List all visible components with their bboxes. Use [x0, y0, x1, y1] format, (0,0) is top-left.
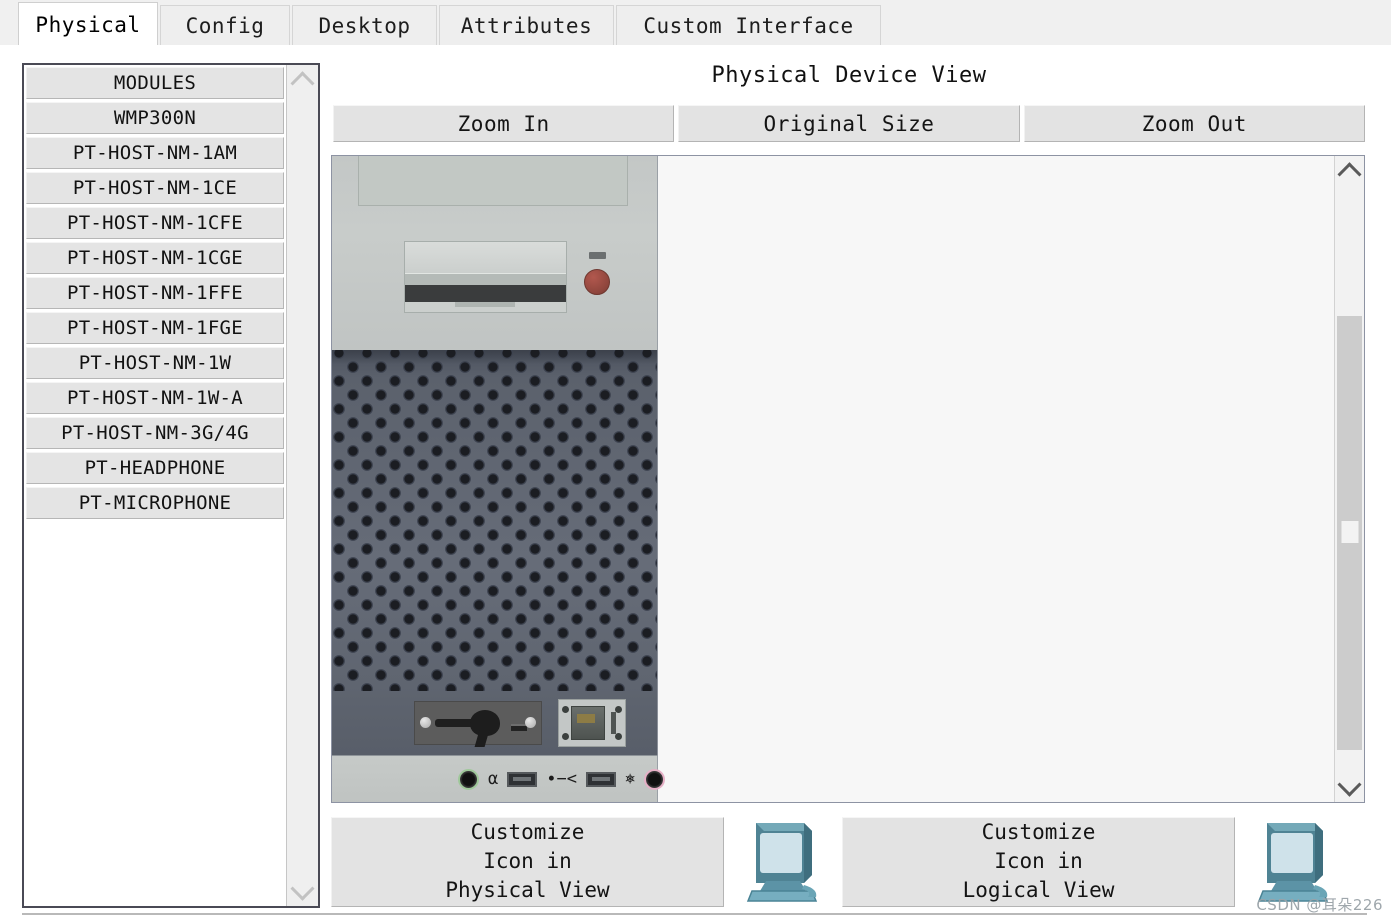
module-label: MODULES [113, 72, 197, 94]
module-label: PT-HOST-NM-1W [78, 352, 232, 374]
module-label: PT-HOST-NM-1FGE [66, 317, 244, 339]
usb-port-icon[interactable] [507, 771, 538, 787]
tab-attributes-label: Attributes [460, 14, 593, 38]
customize-logical-line2: Icon in [994, 849, 1083, 874]
tab-config[interactable]: Config [160, 5, 290, 46]
chassis-front-panel [332, 156, 658, 350]
logical-view-computer-icon[interactable] [1253, 819, 1335, 905]
modules-scrollbar[interactable] [286, 65, 318, 906]
customize-icon-logical-view-button[interactable]: Customize Icon in Logical View [842, 816, 1235, 907]
module-item-pt-host-nm-1cfe[interactable]: PT-HOST-NM-1CFE [26, 207, 284, 239]
module-label: PT-HOST-NM-1CGE [66, 247, 244, 269]
modules-panel: MODULES WMP300N PT-HOST-NM-1AM PT-HOST-N… [22, 63, 320, 908]
module-item-pt-host-nm-1ffe[interactable]: PT-HOST-NM-1FFE [26, 277, 284, 309]
modules-list-header[interactable]: MODULES [26, 67, 284, 99]
tab-bar: Physical Config Desktop Attributes Custo… [0, 0, 1391, 47]
module-label: PT-HOST-NM-3G/4G [61, 422, 249, 444]
module-label: PT-MICROPHONE [78, 492, 232, 514]
module-label: WMP300N [113, 107, 197, 129]
window-bottom-edge [22, 913, 1367, 917]
tab-desktop[interactable]: Desktop [292, 5, 437, 46]
module-item-pt-host-nm-3g-4g[interactable]: PT-HOST-NM-3G/4G [26, 417, 284, 449]
customize-logical-line1: Customize [981, 820, 1096, 845]
module-label: PT-HOST-NM-1CE [72, 177, 238, 199]
power-led-icon [589, 252, 606, 259]
tab-custom-interface-label: Custom Interface [643, 14, 854, 38]
tab-physical[interactable]: Physical [18, 2, 158, 47]
customize-physical-line3: Physical View [445, 877, 610, 902]
device-view-scrollbar[interactable] [1334, 156, 1364, 802]
physical-view-computer-icon[interactable] [742, 819, 824, 905]
zoom-in-label: Zoom In [457, 111, 550, 136]
device-scroll-track[interactable] [1335, 186, 1364, 772]
usb-port-icon[interactable] [585, 771, 616, 787]
zoom-in-button[interactable]: Zoom In [333, 105, 675, 142]
power-button-icon[interactable] [584, 269, 610, 295]
tab-physical-label: Physical [35, 13, 141, 37]
tab-config-label: Config [185, 14, 265, 38]
microphone-icon: ⎈ [624, 768, 636, 789]
module-item-pt-host-nm-1w[interactable]: PT-HOST-NM-1W [26, 347, 284, 379]
modules-list[interactable]: MODULES WMP300N PT-HOST-NM-1AM PT-HOST-N… [24, 65, 286, 906]
audio-out-jack-icon[interactable] [458, 768, 479, 790]
headphone-icon: ⍺ [488, 768, 499, 789]
customize-physical-line1: Customize [470, 820, 585, 845]
module-label: PT-HOST-NM-1W-A [66, 387, 244, 409]
module-item-pt-headphone[interactable]: PT-HEADPHONE [26, 452, 284, 484]
device-scroll-down-icon[interactable] [1335, 772, 1364, 802]
customize-icon-physical-view-button[interactable]: Customize Icon in Physical View [331, 816, 724, 907]
module-label: PT-HOST-NM-1CFE [66, 212, 244, 234]
chassis-module-bay [332, 691, 657, 755]
module-label: PT-HEADPHONE [84, 457, 226, 479]
scroll-down-icon[interactable] [287, 876, 318, 906]
chassis-upper-bay [358, 156, 628, 206]
physical-device-view-title: Physical Device View [711, 63, 987, 88]
module-item-pt-microphone[interactable]: PT-MICROPHONE [26, 487, 284, 519]
device-scroll-thumb[interactable] [1337, 316, 1362, 750]
original-size-label: Original Size [763, 111, 935, 136]
customize-physical-line2: Icon in [483, 849, 572, 874]
device-view-canvas[interactable]: ⍺ ∙−< ⎈ [332, 156, 1334, 802]
module-item-pt-host-nm-1cge[interactable]: PT-HOST-NM-1CGE [26, 242, 284, 274]
mic-in-jack-icon[interactable] [644, 768, 666, 790]
tab-desktop-label: Desktop [318, 14, 411, 38]
watermark-text: CSDN @耳朵226 [1256, 896, 1383, 914]
module-item-pt-host-nm-1ce[interactable]: PT-HOST-NM-1CE [26, 172, 284, 204]
modules-scroll-track[interactable] [287, 95, 318, 876]
packet-tracer-device-window: Physical Config Desktop Attributes Custo… [0, 0, 1391, 921]
zoom-controls: Zoom In Original Size Zoom Out [333, 105, 1365, 142]
module-item-pt-host-nm-1am[interactable]: PT-HOST-NM-1AM [26, 137, 284, 169]
usb-symbol-icon: ∙−< [546, 768, 577, 789]
tab-attributes[interactable]: Attributes [439, 5, 614, 46]
customize-row: Customize Icon in Physical View Customiz… [331, 815, 1391, 908]
customize-logical-line3: Logical View [962, 877, 1115, 902]
zoom-out-label: Zoom Out [1141, 111, 1247, 136]
optical-drive-icon [404, 241, 567, 313]
device-view-panel: ⍺ ∙−< ⎈ [331, 155, 1365, 803]
scroll-up-icon[interactable] [287, 65, 318, 95]
module-item-pt-host-nm-1fge[interactable]: PT-HOST-NM-1FGE [26, 312, 284, 344]
device-scroll-up-icon[interactable] [1335, 156, 1364, 186]
pc-chassis-image[interactable]: ⍺ ∙−< ⎈ [332, 156, 666, 802]
module-item-pt-host-nm-1w-a[interactable]: PT-HOST-NM-1W-A [26, 382, 284, 414]
front-io-icons: ⍺ ∙−< ⎈ [458, 766, 666, 792]
tab-custom-interface[interactable]: Custom Interface [616, 5, 881, 46]
rj45-port-icon [571, 706, 605, 740]
zoom-out-button[interactable]: Zoom Out [1023, 105, 1365, 142]
module-item-wmp300n[interactable]: WMP300N [26, 102, 284, 134]
tab-bar-underline [0, 45, 1391, 47]
front-io-strip: ⍺ ∙−< ⎈ [332, 755, 666, 802]
original-size-button[interactable]: Original Size [678, 105, 1020, 142]
module-label: PT-HOST-NM-1FFE [66, 282, 244, 304]
ethernet-module-icon[interactable] [558, 699, 626, 747]
module-label: PT-HOST-NM-1AM [72, 142, 238, 164]
wireless-module-icon[interactable] [414, 701, 542, 747]
